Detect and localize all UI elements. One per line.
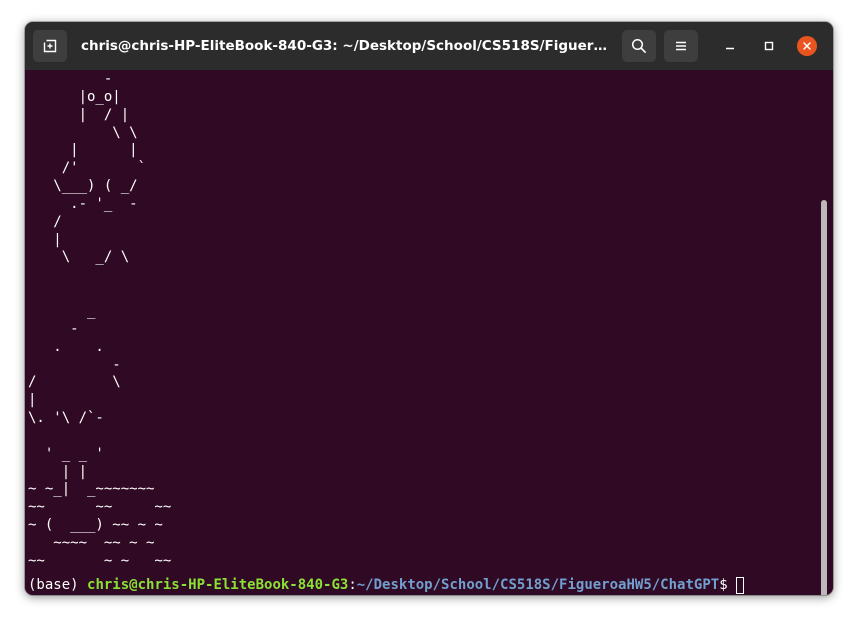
terminal-window: chris@chris-HP-EliteBook-840-G3: ~/Deskt… [25, 22, 833, 595]
terminal-line: | / | [28, 106, 130, 123]
terminal-line: - [28, 71, 113, 87]
terminal-output: - |o_o| | / | \ \ | | /' ` \___) ( _/ .-… [28, 71, 171, 571]
terminal-line: - [28, 356, 121, 373]
prompt-path: ~/Desktop/School/CS518S/FigueroaHW5/Chat… [356, 577, 720, 593]
new-tab-button[interactable] [33, 30, 67, 62]
terminal-line: ~~ ~~ ~~ [28, 499, 172, 516]
terminal-line: ~~~~ ~~ ~ ~ [28, 534, 155, 551]
search-icon [631, 38, 646, 53]
menu-button[interactable] [664, 30, 698, 62]
terminal-line: \ \ [28, 124, 138, 141]
terminal-line: . . [28, 338, 104, 355]
terminal-line: .- '_ - [28, 195, 138, 212]
terminal-area[interactable]: - |o_o| | / | \ \ | | /' ` \___) ( _/ .-… [25, 70, 833, 595]
vertical-scrollbar[interactable] [821, 200, 827, 595]
terminal-line: | [28, 231, 62, 248]
close-button[interactable] [797, 36, 817, 56]
terminal-line: ~ ~_| _~~~~~~~ [28, 481, 155, 498]
new-tab-icon [43, 39, 57, 53]
hamburger-menu-icon [676, 41, 686, 51]
terminal-line: ~~ ~ ~ ~~ [28, 552, 172, 569]
terminal-line: ~ ( ___) ~~ ~ ~ [28, 517, 163, 534]
terminal-line: / \ [28, 374, 121, 391]
minimize-icon [726, 47, 734, 50]
terminal-line: _ [28, 302, 96, 319]
maximize-icon [764, 41, 774, 51]
terminal-line: \ _/ \ [28, 249, 130, 266]
terminal-line: | [28, 392, 37, 409]
close-icon [803, 42, 811, 50]
terminal-line: | | [28, 142, 138, 159]
title-bar[interactable]: chris@chris-HP-EliteBook-840-G3: ~/Deskt… [25, 22, 833, 70]
terminal-line: | | [28, 463, 88, 480]
prompt-user-host: chris@chris-HP-EliteBook-840-G3 [87, 577, 349, 593]
terminal-line: / [28, 213, 62, 230]
terminal-line: |o_o| [28, 88, 121, 105]
terminal-line: \___) ( _/ [28, 178, 138, 195]
search-button[interactable] [622, 30, 656, 62]
terminal-line: - [28, 320, 79, 337]
terminal-line: \. '\ /`- [28, 410, 104, 427]
command-prompt[interactable]: (base) chris@chris-HP-EliteBook-840-G3 :… [28, 575, 745, 595]
window-title: chris@chris-HP-EliteBook-840-G3: ~/Deskt… [81, 38, 609, 54]
prompt-env: (base) [28, 577, 88, 593]
text-cursor[interactable] [736, 576, 745, 594]
terminal-line: /' ` [28, 160, 147, 177]
terminal-line: ' _ _ ' [28, 445, 104, 462]
minimize-button[interactable] [718, 34, 742, 58]
prompt-colon: : [348, 577, 357, 593]
maximize-button[interactable] [757, 34, 781, 58]
prompt-symbol: $ [719, 577, 737, 593]
